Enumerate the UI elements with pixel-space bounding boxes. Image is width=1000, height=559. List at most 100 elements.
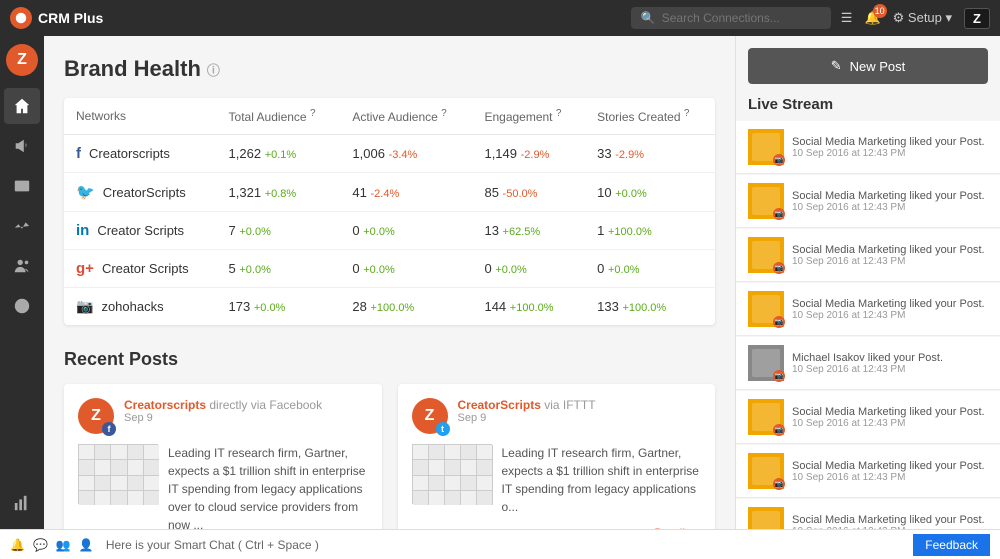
chat-icon[interactable]: 💬: [33, 538, 48, 552]
sidebar-item-chart[interactable]: [4, 485, 40, 521]
info-icon[interactable]: ⓘ: [207, 60, 220, 79]
topbar-actions: ☰ 🔔 10 ⚙ Setup ▾ Z: [841, 8, 990, 29]
stream-avatar: 📷: [748, 237, 784, 273]
total-audience-cell: 1,262 +0.1%: [217, 135, 341, 173]
bell-icon[interactable]: 🔔: [10, 538, 25, 552]
post-meta: CreatorScripts via IFTTT Sep 9: [458, 398, 596, 424]
sidebar-item-mail[interactable]: [4, 168, 40, 204]
stream-time: 10 Sep 2016 at 12:43 PM: [792, 256, 985, 267]
stream-item: 📷 Michael Isakov liked your Post. 10 Sep…: [736, 337, 1000, 390]
sidebar-item-home[interactable]: [4, 88, 40, 124]
stream-content: Social Media Marketing liked your Post. …: [792, 298, 985, 321]
stream-time: 10 Sep 2016 at 12:43 PM: [792, 310, 985, 321]
engagement-cell: 13 +62.5%: [472, 212, 585, 250]
active-audience-cell: 28 +100.0%: [340, 288, 472, 326]
stream-content: Social Media Marketing liked your Post. …: [792, 514, 985, 530]
page-title: Brand Health: [64, 56, 201, 82]
avatar: Z: [6, 44, 38, 76]
stream-text: Social Media Marketing liked your Post.: [792, 190, 985, 202]
table-row: g+ Creator Scripts 5 +0.0% 0 +0.0% 0 +0.…: [64, 250, 715, 288]
network-name-cell: f Creatorscripts: [64, 135, 217, 173]
search-icon: 🔍: [641, 11, 656, 25]
post-text: Leading IT research firm, Gartner, expec…: [502, 444, 702, 516]
user-icon[interactable]: 👤: [79, 538, 94, 552]
stream-item: 📷 Social Media Marketing liked your Post…: [736, 283, 1000, 336]
table-row: 📷 zohohacks 173 +0.0% 28 +100.0% 144 +10…: [64, 288, 715, 326]
post-header: Zf Creatorscripts directly via Facebook …: [78, 398, 368, 434]
smart-chat-text: Here is your Smart Chat ( Ctrl + Space ): [106, 538, 901, 552]
post-thumbnail: [78, 444, 158, 504]
post-author-link[interactable]: Creatorscripts: [124, 398, 206, 412]
bottom-bar: 🔔 💬 👥 👤 Here is your Smart Chat ( Ctrl +…: [0, 529, 1000, 559]
stream-text: Social Media Marketing liked your Post.: [792, 136, 985, 148]
network-name-cell: g+ Creator Scripts: [64, 250, 217, 288]
stream-avatar: 📷: [748, 399, 784, 435]
post-author-link[interactable]: CreatorScripts: [458, 398, 541, 412]
engagement-cell: 85 -50.0%: [472, 173, 585, 212]
network-table: Networks Total Audience ? Active Audienc…: [64, 98, 715, 325]
stories-cell: 10 +0.0%: [585, 173, 715, 212]
post-card: Zt CreatorScripts via IFTTT Sep 9 Leadin…: [398, 384, 716, 529]
table-row: f Creatorscripts 1,262 +0.1% 1,006 -3.4%…: [64, 135, 715, 173]
stream-time: 10 Sep 2016 at 12:43 PM: [792, 418, 985, 429]
post-text: Leading IT research firm, Gartner, expec…: [168, 444, 368, 529]
stream-avatar: 📷: [748, 507, 784, 529]
post-card: Zf Creatorscripts directly via Facebook …: [64, 384, 382, 529]
total-audience-cell: 7 +0.0%: [217, 212, 341, 250]
post-body: Leading IT research firm, Gartner, expec…: [78, 444, 368, 529]
sidebar: Z: [0, 36, 44, 529]
network-name-cell: 📷 zohohacks: [64, 288, 217, 326]
engagement-cell: 144 +100.0%: [472, 288, 585, 326]
search-bar[interactable]: 🔍: [631, 7, 831, 29]
active-audience-cell: 0 +0.0%: [340, 250, 472, 288]
stream-avatar: 📷: [748, 345, 784, 381]
stream-text: Social Media Marketing liked your Post.: [792, 460, 985, 472]
bottom-bar-icons: 🔔 💬 👥 👤: [10, 538, 94, 552]
engagement-cell: 1,149 -2.9%: [472, 135, 585, 173]
post-date: Sep 9: [458, 412, 596, 424]
stream-avatar: 📷: [748, 129, 784, 165]
post-meta: Creatorscripts directly via Facebook Sep…: [124, 398, 322, 424]
active-audience-cell: 41 -2.4%: [340, 173, 472, 212]
topbar: CRM Plus 🔍 ☰ 🔔 10 ⚙ Setup ▾ Z: [0, 0, 1000, 36]
stream-content: Michael Isakov liked your Post. 10 Sep 2…: [792, 352, 943, 375]
stream-content: Social Media Marketing liked your Post. …: [792, 190, 985, 213]
stream-time: 10 Sep 2016 at 12:43 PM: [792, 148, 985, 159]
col-stories: Stories Created ?: [585, 98, 715, 135]
network-name-cell: 🐦 CreatorScripts: [64, 173, 217, 212]
notifications[interactable]: 🔔 10: [864, 10, 880, 26]
sidebar-item-megaphone[interactable]: [4, 128, 40, 164]
setup-button[interactable]: ⚙ Setup ▾: [893, 10, 952, 26]
stream-item: 📷 Social Media Marketing liked your Post…: [736, 175, 1000, 228]
edit-icon: ✎: [831, 58, 842, 74]
sidebar-item-users[interactable]: [4, 248, 40, 284]
sidebar-item-activity[interactable]: [4, 208, 40, 244]
stream-content: Social Media Marketing liked your Post. …: [792, 406, 985, 429]
post-avatar: Zt: [412, 398, 448, 434]
col-active-audience: Active Audience ?: [340, 98, 472, 135]
stream-time: 10 Sep 2016 at 12:43 PM: [792, 364, 943, 375]
app-logo: CRM Plus: [10, 7, 103, 29]
contact-icon[interactable]: 👥: [56, 538, 71, 552]
stream-item: 📷 Social Media Marketing liked your Post…: [736, 229, 1000, 282]
stream-text: Social Media Marketing liked your Post.: [792, 298, 985, 310]
post-date: Sep 9: [124, 412, 322, 424]
feedback-button[interactable]: Feedback: [913, 534, 990, 556]
stream-item: 📷 Social Media Marketing liked your Post…: [736, 499, 1000, 529]
posts-grid: Zf Creatorscripts directly via Facebook …: [64, 384, 715, 529]
new-post-button[interactable]: ✎ New Post: [748, 48, 988, 84]
sidebar-item-support[interactable]: [4, 288, 40, 324]
page-title-container: Brand Health ⓘ: [64, 56, 715, 82]
stream-text: Social Media Marketing liked your Post.: [792, 514, 985, 526]
stories-cell: 133 +100.0%: [585, 288, 715, 326]
total-audience-cell: 173 +0.0%: [217, 288, 341, 326]
stream-content: Social Media Marketing liked your Post. …: [792, 136, 985, 159]
stream-text: Social Media Marketing liked your Post.: [792, 244, 985, 256]
search-input[interactable]: [662, 11, 812, 25]
table-row: in Creator Scripts 7 +0.0% 0 +0.0% 13 +6…: [64, 212, 715, 250]
menu-icon[interactable]: ☰: [841, 10, 853, 26]
stream-text: Michael Isakov liked your Post.: [792, 352, 943, 364]
total-audience-cell: 1,321 +0.8%: [217, 173, 341, 212]
z-button[interactable]: Z: [964, 8, 990, 29]
stories-cell: 1 +100.0%: [585, 212, 715, 250]
